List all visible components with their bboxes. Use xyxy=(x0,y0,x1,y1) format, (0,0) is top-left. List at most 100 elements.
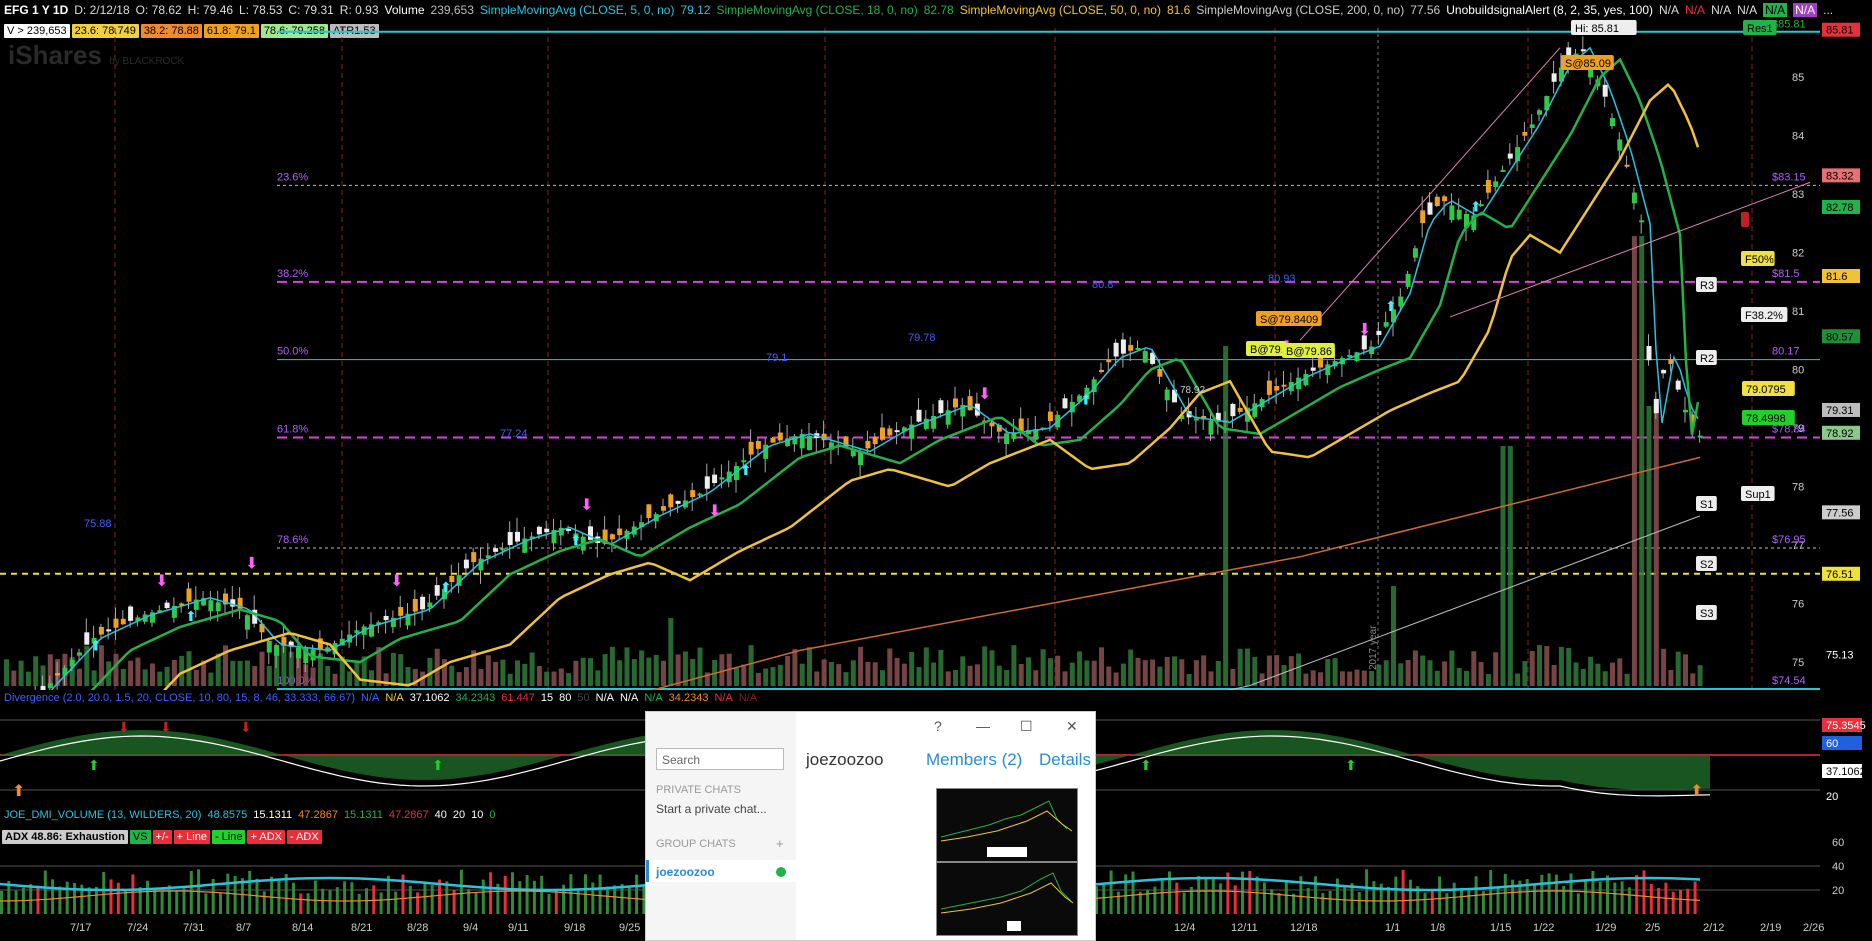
candle-body xyxy=(427,602,433,608)
candle-body xyxy=(354,630,360,634)
fib-label: 38.2% xyxy=(277,268,308,280)
date-axis-label: 2/26 xyxy=(1803,922,1824,934)
dmi-bar xyxy=(1540,874,1544,914)
volume-bar xyxy=(1697,665,1703,686)
dmi-bar xyxy=(1292,893,1296,914)
maximize-button[interactable]: ☐ xyxy=(1020,718,1033,735)
dmi-bar xyxy=(343,881,347,914)
date-axis-label: 1/29 xyxy=(1595,922,1616,934)
close-value: C: 79.31 xyxy=(288,2,334,17)
candle-body xyxy=(1062,398,1068,409)
dmi-bar xyxy=(1445,893,1449,914)
dmi-bar xyxy=(43,870,47,914)
hi-label: Hi: 85.81 xyxy=(1575,23,1619,35)
candle-body xyxy=(478,558,484,571)
price-tag-text: 80.57 xyxy=(1826,331,1854,343)
volume-bar xyxy=(1442,661,1448,686)
volume-bar xyxy=(1500,446,1506,686)
chat-search-input[interactable]: Search xyxy=(656,748,784,770)
candle-body xyxy=(1266,380,1272,395)
date-axis-label: 9/18 xyxy=(564,922,585,934)
candle-body xyxy=(1522,132,1528,136)
candle-body xyxy=(1164,389,1170,401)
candle-body xyxy=(953,398,958,408)
members-link[interactable]: Members (2) xyxy=(926,750,1022,770)
price-chart[interactable]: 8584838281807978777675747385.8183.3282.7… xyxy=(0,20,1872,690)
volume-bar xyxy=(843,672,849,686)
image-thumbnail[interactable] xyxy=(936,862,1078,936)
open-value: O: 78.62 xyxy=(135,2,182,17)
add-group-button[interactable]: + xyxy=(776,836,784,851)
volume-bar xyxy=(91,670,97,686)
dmi-bar xyxy=(1153,886,1157,914)
volume-bar xyxy=(1398,663,1404,686)
dmi-bar xyxy=(1197,875,1201,914)
chat-window[interactable]: Search PRIVATE CHATS Start a private cha… xyxy=(645,711,1096,941)
volume-bar xyxy=(807,647,812,686)
price-callout: 79.0795 xyxy=(1746,384,1786,396)
volume-bar xyxy=(1573,662,1579,686)
volume-bar xyxy=(1405,660,1411,686)
image-thumbnail[interactable] xyxy=(936,788,1078,862)
private-chats-heading: PRIVATE CHATS xyxy=(656,784,741,796)
volume-bar xyxy=(449,665,455,686)
candle-body xyxy=(1485,180,1491,193)
minimize-button[interactable]: — xyxy=(976,718,990,734)
volume-bar xyxy=(1106,666,1112,686)
symbol-label[interactable]: EFG 1 Y 1D xyxy=(4,3,68,17)
help-button[interactable]: ? xyxy=(934,718,942,734)
volume-bar xyxy=(1208,671,1214,686)
axis-tag-text: 60 xyxy=(1826,738,1838,750)
candle-body xyxy=(1683,409,1688,413)
date-axis-label: 2/19 xyxy=(1760,922,1781,934)
dmi-value: 0 xyxy=(489,809,496,821)
volume-bar xyxy=(887,648,893,686)
candle-body xyxy=(84,632,90,645)
candle-body xyxy=(1004,433,1010,444)
candle-body xyxy=(1617,139,1623,151)
date-axis-label: 12/18 xyxy=(1290,922,1318,934)
details-link[interactable]: Details xyxy=(1039,750,1091,770)
volume-bar xyxy=(164,666,170,686)
candle-body xyxy=(1325,364,1331,376)
price-tag-text: 76.51 xyxy=(1826,569,1854,581)
dmi-bar xyxy=(51,879,55,914)
alert-value: N/A xyxy=(1711,2,1732,17)
volume-bar xyxy=(1347,671,1353,686)
group-chat-item[interactable]: joezoozoo xyxy=(656,865,715,879)
dmi-value: 15.1311 xyxy=(253,809,293,821)
candle-body xyxy=(244,615,250,630)
axis-tag-text: 20 xyxy=(1826,791,1838,803)
volume-bar xyxy=(828,661,834,686)
volume-bar xyxy=(1201,655,1207,686)
dmi-bar xyxy=(525,875,529,914)
candle-body xyxy=(1449,205,1455,221)
dmi-value: 47.2867 xyxy=(298,809,338,821)
start-private-chat-link[interactable]: Start a private chat... xyxy=(656,802,767,816)
volume-bar xyxy=(332,673,338,686)
volume-bar xyxy=(1296,653,1302,686)
volume-bar xyxy=(668,618,674,686)
candle-body xyxy=(1646,345,1652,361)
volume-bar xyxy=(1018,663,1024,686)
candle-body xyxy=(164,602,170,609)
close-button[interactable]: ✕ xyxy=(1066,718,1078,735)
price-axis-label: 78 xyxy=(1792,482,1804,494)
volume-bar xyxy=(25,671,31,686)
volume-bar xyxy=(609,646,615,686)
candle-body xyxy=(383,615,389,621)
dmi-bar xyxy=(1160,878,1164,914)
candle-body xyxy=(938,400,944,414)
sell-arrow-icon: ⬇ xyxy=(978,386,991,403)
low-value: L: 78.53 xyxy=(239,2,283,17)
volume-bar xyxy=(1537,645,1542,686)
candle-body xyxy=(215,602,221,612)
candle-body xyxy=(1610,118,1615,127)
dmi-bar xyxy=(1408,879,1412,914)
volume-bar xyxy=(4,659,9,686)
date-axis-label: 1/8 xyxy=(1430,922,1445,934)
buy-arrow-icon: ⬆ xyxy=(740,462,752,478)
dmi-bar xyxy=(1175,882,1179,914)
dmi-bar xyxy=(532,880,536,914)
buy-arrow-icon: ⬆ xyxy=(1690,783,1703,800)
